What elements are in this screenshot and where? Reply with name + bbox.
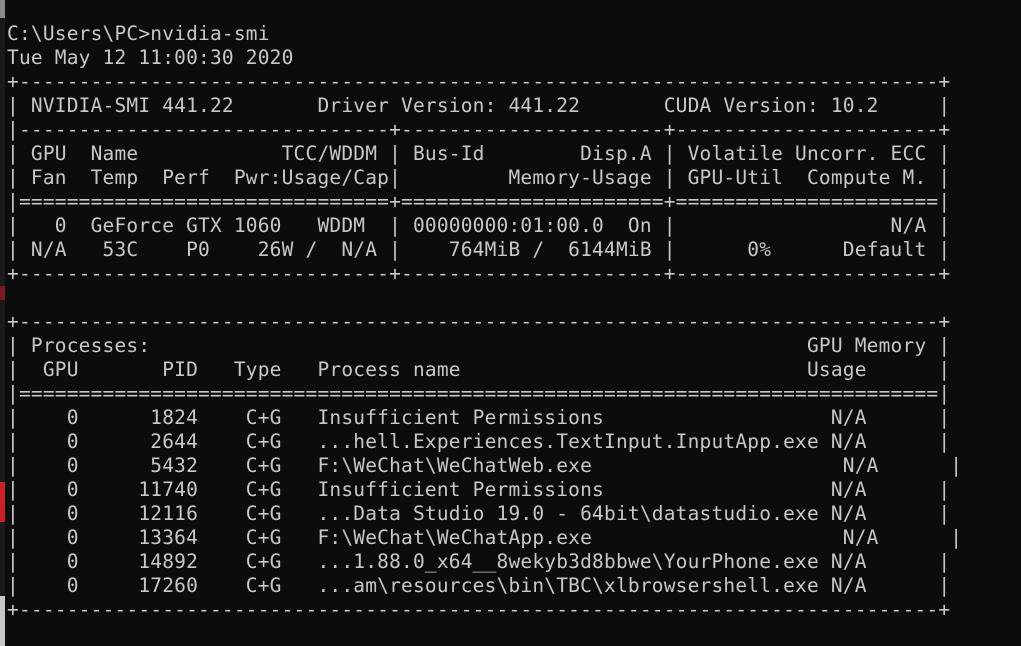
process-row: | 0 11740 C+G Insufficient Permissions N… [7, 478, 951, 501]
gpu-table-separator: |===============================+=======… [7, 190, 951, 213]
process-row: | 0 12116 C+G ...Data Studio 19.0 - 64bi… [7, 502, 951, 525]
gpu-table-row: | N/A 53C P0 26W / N/A | 764MiB / 6144Mi… [7, 238, 951, 261]
processes-table-border-top: +---------------------------------------… [7, 310, 951, 333]
gpu-table-separator: |-------------------------------+-------… [7, 118, 951, 141]
process-row: | 0 5432 C+G F:\WeChat\WeChatWeb.exe N/A… [7, 454, 963, 477]
processes-table-title: | Processes: GPU Memory | [7, 334, 951, 357]
gpu-table-row: | 0 GeForce GTX 1060 WDDM | 00000000:01:… [7, 214, 951, 237]
console-output[interactable]: C:\Users\PC>nvidia-smi Tue May 12 11:00:3… [7, 22, 962, 622]
process-row: | 0 2644 C+G ...hell.Experiences.TextInp… [7, 430, 951, 453]
gpu-table-column-header: | Fan Temp Perf Pwr:Usage/Cap| Memory-Us… [7, 166, 951, 189]
processes-table-column-header: | GPU PID Type Process name Usage | [7, 358, 951, 381]
gpu-table-header: | NVIDIA-SMI 441.22 Driver Version: 441.… [7, 94, 951, 117]
timestamp: Tue May 12 11:00:30 2020 [7, 46, 294, 69]
processes-table-border-bottom: +---------------------------------------… [7, 598, 951, 621]
process-row: | 0 13364 C+G F:\WeChat\WeChatApp.exe N/… [7, 526, 963, 549]
process-row: | 0 17260 C+G ...am\resources\bin\TBC\xl… [7, 574, 951, 597]
gpu-table-border-bottom: +-------------------------------+-------… [7, 262, 951, 285]
left-window-edge [0, 0, 5, 646]
gpu-table-border-top: +---------------------------------------… [7, 70, 951, 93]
edge-mark [0, 286, 5, 300]
edge-mark [0, 482, 5, 522]
prompt-line: C:\Users\PC>nvidia-smi [7, 22, 270, 45]
process-row: | 0 1824 C+G Insufficient Permissions N/… [7, 406, 951, 429]
processes-table-separator: |=======================================… [7, 382, 951, 405]
edge-mark [0, 0, 5, 18]
gpu-table-column-header: | GPU Name TCC/WDDM | Bus-Id Disp.A | Vo… [7, 142, 951, 165]
process-row: | 0 14892 C+G ...1.88.0_x64__8wekyb3d8bb… [7, 550, 951, 573]
edge-mark [0, 596, 5, 646]
